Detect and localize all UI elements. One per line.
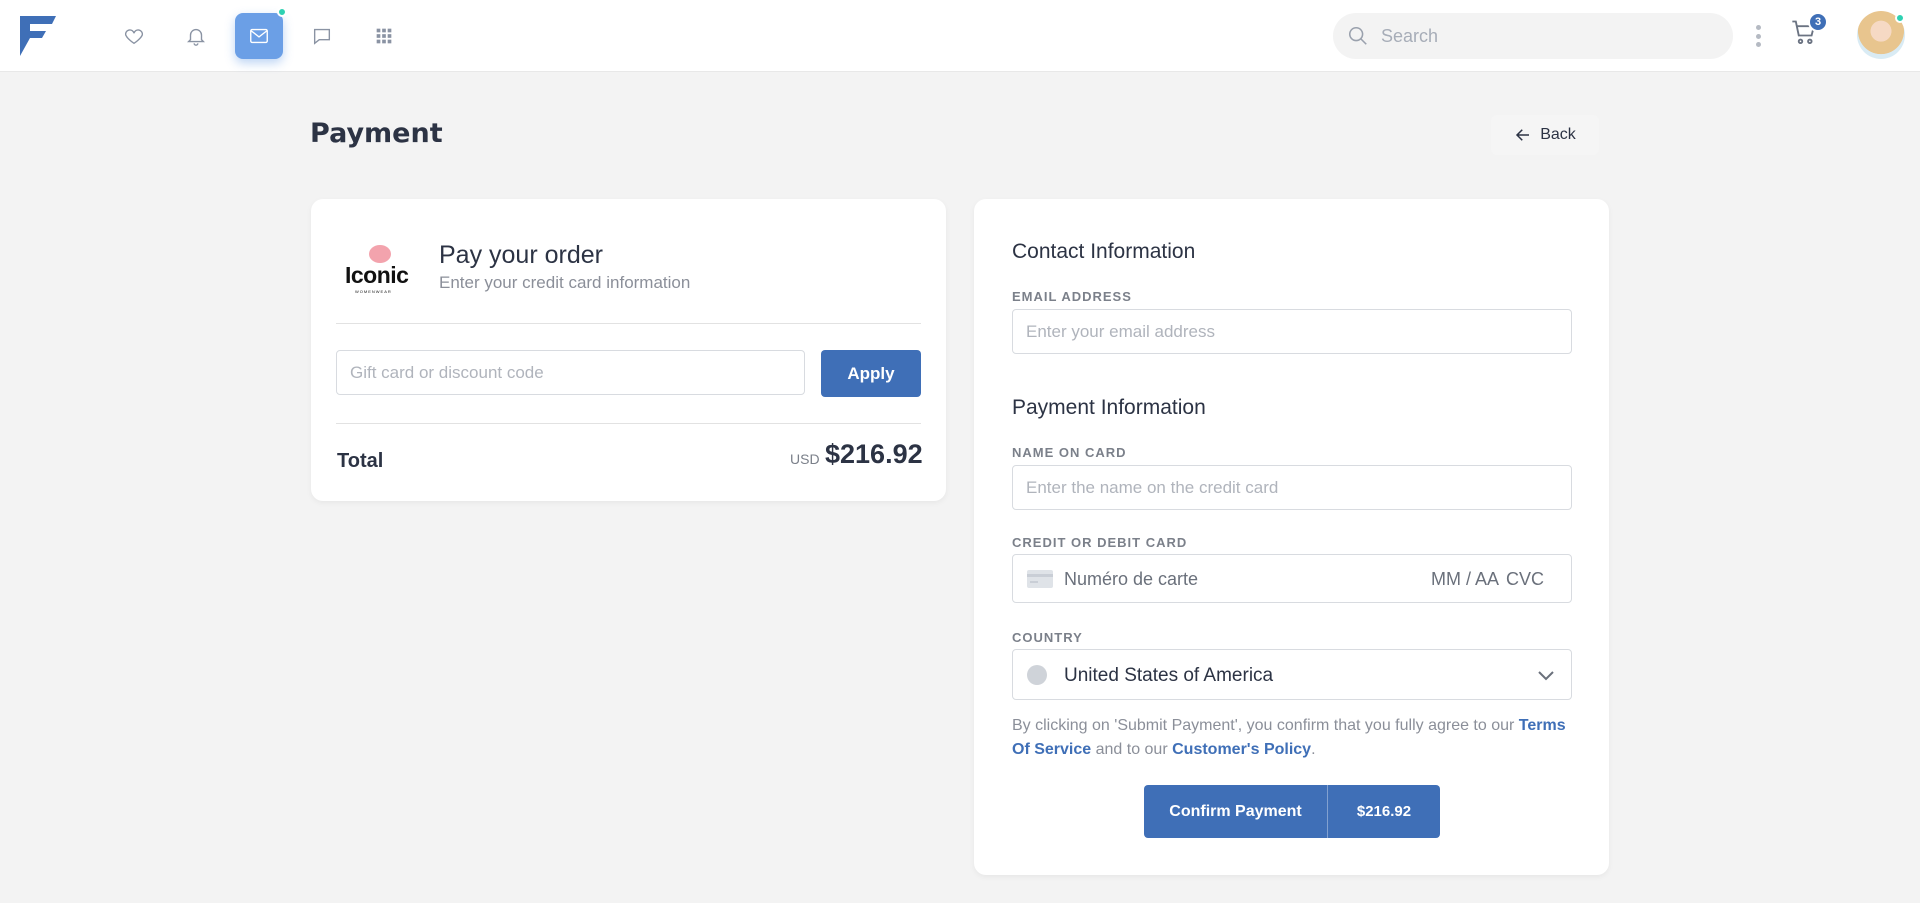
contact-section-title: Contact Information xyxy=(1012,240,1196,263)
globe-icon xyxy=(1027,665,1047,685)
confirm-payment-button[interactable]: Confirm Payment $216.92 xyxy=(1144,785,1440,838)
speech-bubble-icon xyxy=(369,245,391,263)
chevron-down-icon xyxy=(1538,671,1554,681)
back-label: Back xyxy=(1540,126,1576,143)
apply-button[interactable]: Apply xyxy=(821,350,921,397)
cart-button[interactable]: 3 xyxy=(1790,12,1828,52)
apps-grid-icon xyxy=(376,28,392,44)
arrow-left-icon xyxy=(1516,129,1530,141)
customer-policy-link[interactable]: Customer's Policy xyxy=(1172,741,1311,758)
order-summary-card: Iconic WOMENWEAR Pay your order Enter yo… xyxy=(311,199,946,501)
payment-form-card: Contact Information EMAIL ADDRESS Paymen… xyxy=(974,199,1609,875)
name-on-card-field[interactable] xyxy=(1012,465,1572,510)
chat-button[interactable] xyxy=(298,13,346,59)
total-amount: $216.92 xyxy=(825,439,923,469)
favorites-button[interactable] xyxy=(110,13,158,59)
card-input[interactable]: Numéro de carte MM / AA CVC xyxy=(1012,554,1572,603)
confirm-amount: $216.92 xyxy=(1356,803,1412,820)
confirm-label: Confirm Payment xyxy=(1144,785,1328,838)
discount-code-input[interactable] xyxy=(336,350,805,395)
back-button[interactable]: Back xyxy=(1491,115,1599,155)
order-subtitle: Enter your credit card information xyxy=(439,273,691,292)
online-status-dot xyxy=(1895,13,1905,23)
name-on-card-label: NAME ON CARD xyxy=(1012,445,1127,460)
card-expiry-placeholder: MM / AA xyxy=(1431,569,1500,589)
email-field[interactable] xyxy=(1012,309,1572,354)
terms-text: . xyxy=(1311,741,1316,758)
app-logo[interactable] xyxy=(20,16,56,56)
brand-name: Iconic xyxy=(345,262,409,288)
brand-logo: Iconic WOMENWEAR xyxy=(345,243,415,295)
order-title: Pay your order xyxy=(439,241,603,269)
email-label: EMAIL ADDRESS xyxy=(1012,289,1132,304)
country-value: United States of America xyxy=(1064,665,1274,686)
terms-text: By clicking on 'Submit Payment', you con… xyxy=(1012,717,1519,734)
more-menu-button[interactable] xyxy=(1752,22,1764,50)
search-input[interactable] xyxy=(1381,13,1721,59)
top-navbar: 3 xyxy=(0,0,1920,72)
card-label: CREDIT OR DEBIT CARD xyxy=(1012,535,1188,550)
divider xyxy=(336,323,921,324)
kebab-dot xyxy=(1755,42,1761,47)
country-select[interactable]: United States of America xyxy=(1012,649,1572,700)
divider xyxy=(336,423,921,424)
terms-notice: By clicking on 'Submit Payment', you con… xyxy=(1012,714,1577,762)
unread-dot xyxy=(277,7,287,17)
bell-icon xyxy=(187,28,205,46)
chat-icon xyxy=(313,28,331,45)
mail-icon xyxy=(250,28,268,44)
search-icon xyxy=(1348,26,1367,45)
country-label: COUNTRY xyxy=(1012,630,1083,645)
notifications-button[interactable] xyxy=(172,13,220,59)
card-number-placeholder: Numéro de carte xyxy=(1064,569,1199,589)
card-cvc-placeholder: CVC xyxy=(1506,569,1545,589)
page-title: Payment xyxy=(310,118,443,149)
messages-button[interactable] xyxy=(235,7,287,59)
cart-count-badge: 3 xyxy=(1808,12,1828,32)
brand-tagline: WOMENWEAR xyxy=(355,289,392,294)
search-box xyxy=(1333,13,1733,59)
total-label: Total xyxy=(337,450,384,472)
payment-section-title: Payment Information xyxy=(1012,396,1206,419)
total-currency: USD xyxy=(790,451,820,467)
heart-icon xyxy=(125,29,143,45)
terms-text: and to our xyxy=(1091,741,1173,758)
kebab-dot xyxy=(1755,33,1761,39)
apps-button[interactable] xyxy=(360,13,408,59)
credit-card-icon xyxy=(1027,570,1053,588)
user-avatar[interactable] xyxy=(1857,11,1905,59)
kebab-dot xyxy=(1755,25,1761,30)
